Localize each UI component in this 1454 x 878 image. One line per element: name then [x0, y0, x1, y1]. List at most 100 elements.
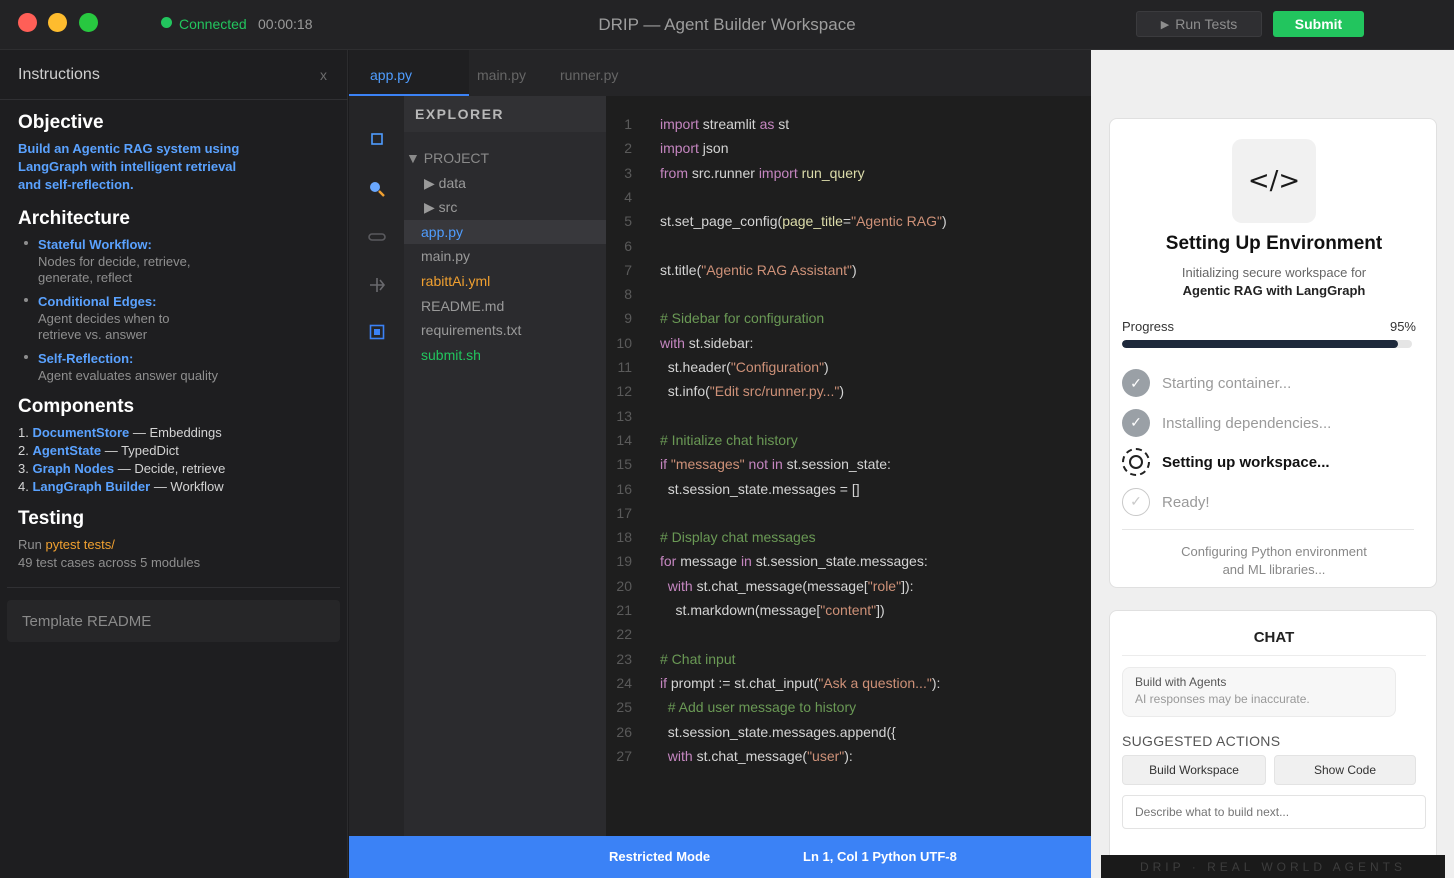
chat-message: Build with Agents AI responses may be in…	[1122, 667, 1396, 717]
tree-item[interactable]: ▶ data	[404, 171, 606, 195]
setup-step-label: Ready!	[1162, 493, 1210, 511]
code-line: 27 with st.chat_message("user"):	[606, 748, 1091, 772]
code-token: with	[660, 334, 685, 351]
tree-item[interactable]: rabittAi.yml	[404, 269, 606, 293]
tree-item[interactable]: main.py	[404, 244, 606, 268]
setup-step: ✓ Installing dependencies...	[1122, 408, 1422, 439]
code-token: src.runner	[688, 164, 759, 181]
search-icon[interactable]	[349, 180, 404, 203]
restricted-mode-status[interactable]: Restricted Mode	[609, 849, 710, 864]
code-line: 1 import streamlit as st	[606, 116, 1091, 140]
close-window-button[interactable]	[18, 13, 37, 32]
code-line: 6	[606, 238, 1091, 262]
spinner-icon	[1122, 448, 1150, 476]
progress-label: Progress	[1122, 319, 1175, 334]
code-text: with st.chat_message("user"):	[660, 748, 853, 764]
component-num: 1.	[18, 425, 29, 440]
component-name: Graph Nodes	[32, 461, 115, 476]
code-token: if	[660, 674, 667, 691]
architecture-item-name: Self-Reflection:	[38, 351, 134, 366]
divider	[7, 587, 340, 588]
code-token: "Ask a question..."	[818, 674, 932, 691]
component-num: 4.	[18, 479, 29, 494]
code-token: for	[660, 553, 677, 570]
setup-step-label: Setting up workspace...	[1162, 454, 1330, 471]
code-text: from src.runner import run_query	[660, 165, 865, 181]
tree-item[interactable]: ▶ src	[404, 195, 606, 219]
architecture-item-desc: Agent decides when to retrieve vs. answe…	[38, 311, 170, 342]
chat-message-note: AI responses may be inaccurate.	[1135, 692, 1310, 706]
source-control-icon[interactable]	[349, 230, 404, 248]
code-token: "Configuration"	[730, 359, 825, 375]
code-line: 10 with st.sidebar:	[606, 335, 1091, 359]
run-debug-icon[interactable]	[349, 276, 404, 299]
component-item: 4. LangGraph Builder — Workflow	[18, 478, 338, 496]
connection-status: Connected	[179, 16, 247, 32]
code-token: prompt := st.chat_input(	[667, 674, 819, 691]
build-workspace-button[interactable]: Build Workspace	[1122, 755, 1266, 785]
environment-footer-text: Configuring Python environment and ML li…	[1181, 544, 1367, 577]
template-readme-button[interactable]: Template README	[7, 600, 340, 642]
architecture-item-name: Stateful Workflow:	[38, 237, 152, 252]
code-token: import	[660, 140, 699, 157]
tree-item[interactable]: requirements.txt	[404, 318, 606, 342]
objective-text: Build an Agentic RAG system using LangGr…	[18, 141, 240, 192]
code-token: with	[660, 747, 693, 764]
tree-item[interactable]: submit.sh	[404, 343, 606, 367]
code-text: st.session_state.messages.append({	[660, 724, 896, 740]
close-instructions-button[interactable]: x	[320, 67, 327, 83]
environment-title: Setting Up Environment	[1165, 233, 1383, 254]
files-icon[interactable]	[349, 132, 404, 151]
title-bar: Connected 00:00:18 DRIP — Agent Builder …	[0, 0, 1454, 50]
tree-item[interactable]: app.py	[404, 219, 606, 244]
line-number: 16	[616, 480, 632, 497]
play-icon: ▶	[1160, 18, 1170, 31]
code-line: 7 st.title("Agentic RAG Assistant")	[606, 262, 1091, 286]
testing-run-label: Run	[18, 537, 46, 552]
testing-command: Run pytest tests/	[18, 536, 338, 554]
file-explorer: EXPLORER ▼ PROJECT ▶ data ▶ src app.py main.…	[404, 96, 606, 836]
architecture-item-desc: Nodes for decide, retrieve, generate, re…	[38, 254, 191, 285]
spinner-inner	[1129, 455, 1143, 469]
check-icon: ✓	[1122, 369, 1150, 397]
code-token: "Agentic RAG"	[851, 213, 942, 230]
code-token: )	[839, 383, 844, 400]
submit-button[interactable]: Submit	[1273, 11, 1364, 37]
environment-footer: Configuring Python environment and ML li…	[1110, 543, 1438, 579]
testing-count: 49 test cases across 5 modules	[18, 555, 201, 570]
code-line: 26 st.session_state.messages.append({	[606, 724, 1091, 748]
code-token: # Chat input	[660, 650, 736, 667]
tree-item[interactable]: ▼ PROJECT	[404, 146, 606, 170]
maximize-window-button[interactable]	[79, 13, 98, 32]
show-code-button[interactable]: Show Code	[1274, 755, 1416, 785]
run-tests-button[interactable]: ▶ Run Tests	[1136, 11, 1262, 37]
code-token: st.session_state.messages:	[751, 553, 928, 570]
line-number: 7	[624, 261, 632, 278]
tree-item[interactable]: README.md	[404, 294, 606, 318]
explorer-title: EXPLORER	[404, 96, 606, 132]
tab-app-py[interactable]: app.py	[349, 50, 469, 96]
code-text: # Display chat messages	[660, 529, 816, 545]
line-number: 6	[624, 237, 632, 254]
code-token: in	[740, 553, 752, 570]
code-text: import streamlit as st	[660, 116, 789, 132]
component-desc: — Embeddings	[129, 425, 222, 440]
component-item: 3. Graph Nodes — Decide, retrieve	[18, 460, 338, 478]
code-token: # Sidebar for configuration	[660, 310, 825, 327]
line-number: 17	[616, 504, 632, 521]
minimize-window-button[interactable]	[48, 13, 67, 32]
divider	[1122, 655, 1426, 656]
code-token: ])	[876, 602, 885, 618]
architecture-item-desc: Agent evaluates answer quality	[38, 368, 218, 383]
extensions-icon[interactable]	[349, 324, 404, 345]
code-token: # Add user message to history	[660, 699, 857, 716]
tab-main-py[interactable]: main.py	[477, 50, 526, 96]
components-heading: Components	[18, 396, 135, 417]
tab-runner-py[interactable]: runner.py	[560, 50, 618, 96]
line-number: 25	[616, 699, 632, 716]
divider	[1122, 529, 1414, 530]
code-editor[interactable]: 1 import streamlit as st 2 import json 3 from…	[606, 96, 1091, 836]
chat-input[interactable]	[1122, 795, 1426, 829]
code-line: 11 st.header("Configuration")	[606, 359, 1091, 383]
pending-check-icon: ✓	[1122, 487, 1150, 516]
